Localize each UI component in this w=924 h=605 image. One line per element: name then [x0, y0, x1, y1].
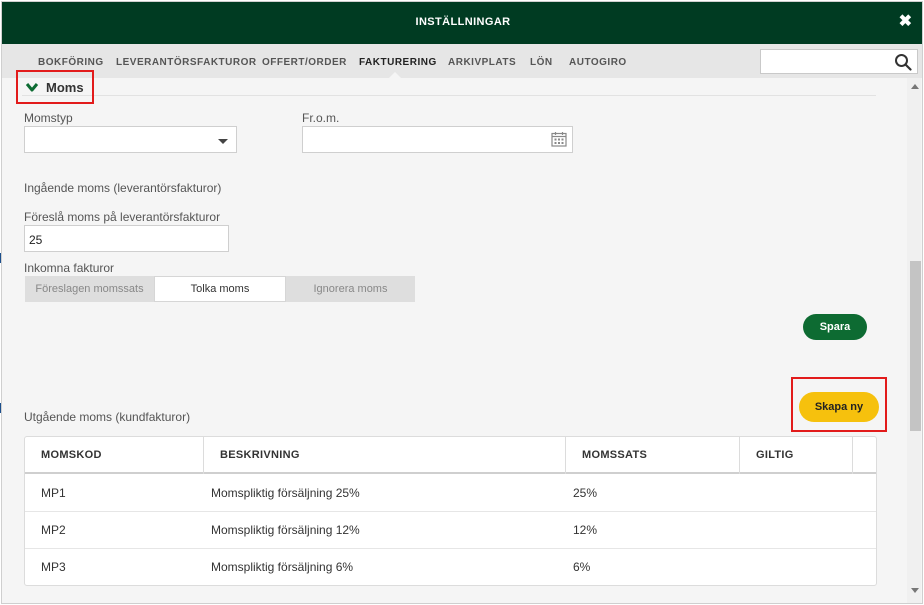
- segment-interpret-vat[interactable]: Tolka moms: [154, 276, 286, 302]
- cell-beskrivning: Momspliktig försäljning 6%: [211, 560, 354, 574]
- search-icon[interactable]: [894, 53, 912, 71]
- suggest-vat-label: Föreslå moms på leverantörsfakturor: [24, 210, 221, 224]
- segment-suggested-rate[interactable]: Föreslagen momssats: [25, 276, 154, 302]
- settings-dialog: INSTÄLLNINGAR ✖ BOKFÖRING LEVERANTÖRSFAK…: [1, 1, 923, 604]
- cell-momssats: 6%: [573, 560, 591, 574]
- tab-autogiro[interactable]: AUTOGIRO: [569, 57, 627, 68]
- from-date-field[interactable]: [302, 126, 573, 153]
- create-new-button[interactable]: Skapa ny: [799, 392, 879, 422]
- tab-offert-order[interactable]: OFFERT/ORDER: [262, 57, 347, 68]
- suggest-vat-input[interactable]: 25: [24, 225, 229, 252]
- momstyp-label: Momstyp: [24, 111, 73, 125]
- dialog-header: INSTÄLLNINGAR ✖: [2, 2, 922, 44]
- incoming-vat-heading: Ingående moms (leverantörsfakturor): [24, 181, 222, 195]
- tab-leverantorsfakturor[interactable]: LEVERANTÖRSFAKTUROR: [116, 57, 257, 68]
- outgoing-vat-heading: Utgående moms (kundfakturor): [24, 410, 191, 424]
- cell-beskrivning: Momspliktig försäljning 12%: [211, 523, 360, 537]
- save-button[interactable]: Spara: [803, 314, 867, 340]
- content-scrollbar[interactable]: [907, 78, 921, 603]
- column-header-beskrivning[interactable]: BESKRIVNING: [204, 437, 566, 474]
- incoming-invoices-segment: Föreslagen momssats Tolka moms Ignorera …: [25, 276, 415, 302]
- calendar-icon[interactable]: [551, 131, 567, 147]
- section-title: Moms: [46, 80, 84, 95]
- scroll-down-icon[interactable]: [911, 588, 919, 593]
- outgoing-vat-table: MOMSKOD BESKRIVNING MOMSSATS GILTIG MP1 …: [24, 436, 877, 586]
- cell-momskod: MP3: [41, 560, 66, 574]
- column-header-momskod[interactable]: MOMSKOD: [25, 437, 204, 474]
- search-box: [760, 49, 918, 74]
- cell-momskod: MP1: [41, 486, 66, 500]
- table-row[interactable]: MP3 Momspliktig försäljning 6% 6%: [25, 549, 876, 585]
- suggest-vat-value: 25: [29, 233, 43, 247]
- tab-arkivplats[interactable]: ARKIVPLATS: [448, 57, 516, 68]
- momstyp-select[interactable]: [24, 126, 237, 153]
- section-divider: [22, 95, 876, 96]
- close-icon[interactable]: ✖: [899, 14, 912, 30]
- search-input[interactable]: [765, 53, 889, 70]
- moms-section-toggle[interactable]: Moms: [16, 70, 94, 104]
- create-new-highlight: Skapa ny: [791, 377, 887, 432]
- column-header-momssats[interactable]: MOMSSATS: [566, 437, 740, 474]
- scrollbar-thumb[interactable]: [910, 261, 921, 431]
- chevron-down-icon: [25, 83, 39, 92]
- segment-ignore-vat[interactable]: Ignorera moms: [286, 276, 415, 302]
- dialog-title: INSTÄLLNINGAR: [415, 16, 511, 28]
- settings-tabs: BOKFÖRING LEVERANTÖRSFAKTUROR OFFERT/ORD…: [2, 44, 922, 78]
- tab-bokforing[interactable]: BOKFÖRING: [38, 57, 104, 68]
- cell-beskrivning: Momspliktig försäljning 25%: [211, 486, 360, 500]
- table-header: MOMSKOD BESKRIVNING MOMSSATS GILTIG: [25, 437, 876, 474]
- table-row[interactable]: MP1 Momspliktig försäljning 25% 25%: [25, 475, 876, 512]
- column-header-giltig[interactable]: GILTIG: [740, 437, 853, 474]
- incoming-invoices-label: Inkomna fakturor: [24, 261, 115, 275]
- cell-momssats: 12%: [573, 523, 598, 537]
- chevron-down-icon: [218, 139, 228, 144]
- table-row[interactable]: MP2 Momspliktig försäljning 12% 12%: [25, 512, 876, 549]
- scroll-up-icon[interactable]: [911, 84, 919, 89]
- from-date-label: Fr.o.m.: [302, 111, 340, 125]
- tab-fakturering[interactable]: FAKTURERING: [359, 57, 437, 68]
- tab-lon[interactable]: LÖN: [530, 57, 553, 68]
- cell-momskod: MP2: [41, 523, 66, 537]
- settings-content: Moms Momstyp Fr.o.m. Ingående moms (leve…: [2, 70, 922, 603]
- cell-momssats: 25%: [573, 486, 598, 500]
